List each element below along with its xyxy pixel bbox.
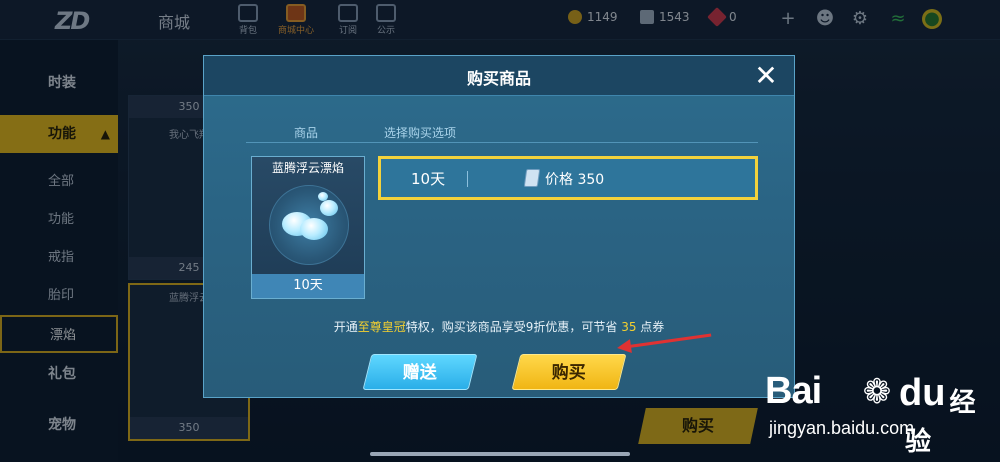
dialog-header: 购买商品 ✕ bbox=[204, 56, 794, 96]
annotation-arrow-head bbox=[616, 339, 632, 355]
item-image bbox=[269, 185, 349, 265]
vip-promo-text: 开通至尊皇冠特权，购买该商品享受9折优惠，可节省 35 点券 bbox=[204, 318, 794, 335]
item-name: 蓝腾浮云漂焰 bbox=[271, 161, 344, 175]
watermark-cn: du 经验 bbox=[899, 372, 995, 458]
purchase-option-10-days[interactable]: 10天 价格 350 bbox=[378, 156, 758, 200]
home-indicator[interactable] bbox=[370, 452, 630, 456]
header-divider bbox=[246, 142, 758, 143]
voucher-icon bbox=[523, 169, 541, 187]
option-price: 价格 350 bbox=[545, 172, 605, 188]
close-icon[interactable]: ✕ bbox=[750, 60, 782, 92]
watermark-brand-b: du bbox=[899, 372, 946, 414]
option-separator bbox=[467, 171, 468, 187]
watermark-brand-a: Bai bbox=[765, 370, 822, 412]
buy-button[interactable]: 购买 bbox=[511, 354, 627, 390]
gift-button-label: 赠送 bbox=[402, 363, 437, 383]
purchase-dialog: 购买商品 ✕ 商品 选择购买选项 蓝腾浮云漂焰 10天 10天 价格 350 开… bbox=[203, 55, 795, 398]
promo-suffix: 点券 bbox=[640, 320, 665, 334]
watermark-url: jingyan.baidu.com bbox=[769, 418, 915, 438]
column-header-item: 商品 bbox=[294, 126, 319, 140]
buy-button-label: 购买 bbox=[551, 363, 586, 383]
item-preview-card: 蓝腾浮云漂焰 10天 bbox=[251, 156, 365, 299]
paw-icon: ❁ bbox=[862, 372, 892, 412]
option-days: 10天 bbox=[411, 170, 446, 188]
promo-prefix: 开通 bbox=[333, 320, 358, 334]
gift-button[interactable]: 赠送 bbox=[362, 354, 478, 390]
cloud-icon bbox=[300, 218, 328, 240]
item-duration: 10天 bbox=[252, 274, 364, 298]
promo-amount: 35 bbox=[621, 320, 637, 334]
cloud-icon bbox=[318, 192, 328, 201]
promo-vip-link[interactable]: 至尊皇冠 bbox=[358, 320, 406, 334]
baidu-watermark: Bai ❁ du 经验 jingyan.baidu.com bbox=[765, 370, 995, 460]
cloud-icon bbox=[320, 200, 338, 216]
watermark-brand: Bai bbox=[765, 370, 822, 413]
dialog-title: 购买商品 bbox=[466, 69, 531, 88]
promo-middle: 特权，购买该商品享受9折优惠，可节省 bbox=[405, 320, 618, 334]
column-header-options: 选择购买选项 bbox=[384, 126, 457, 140]
